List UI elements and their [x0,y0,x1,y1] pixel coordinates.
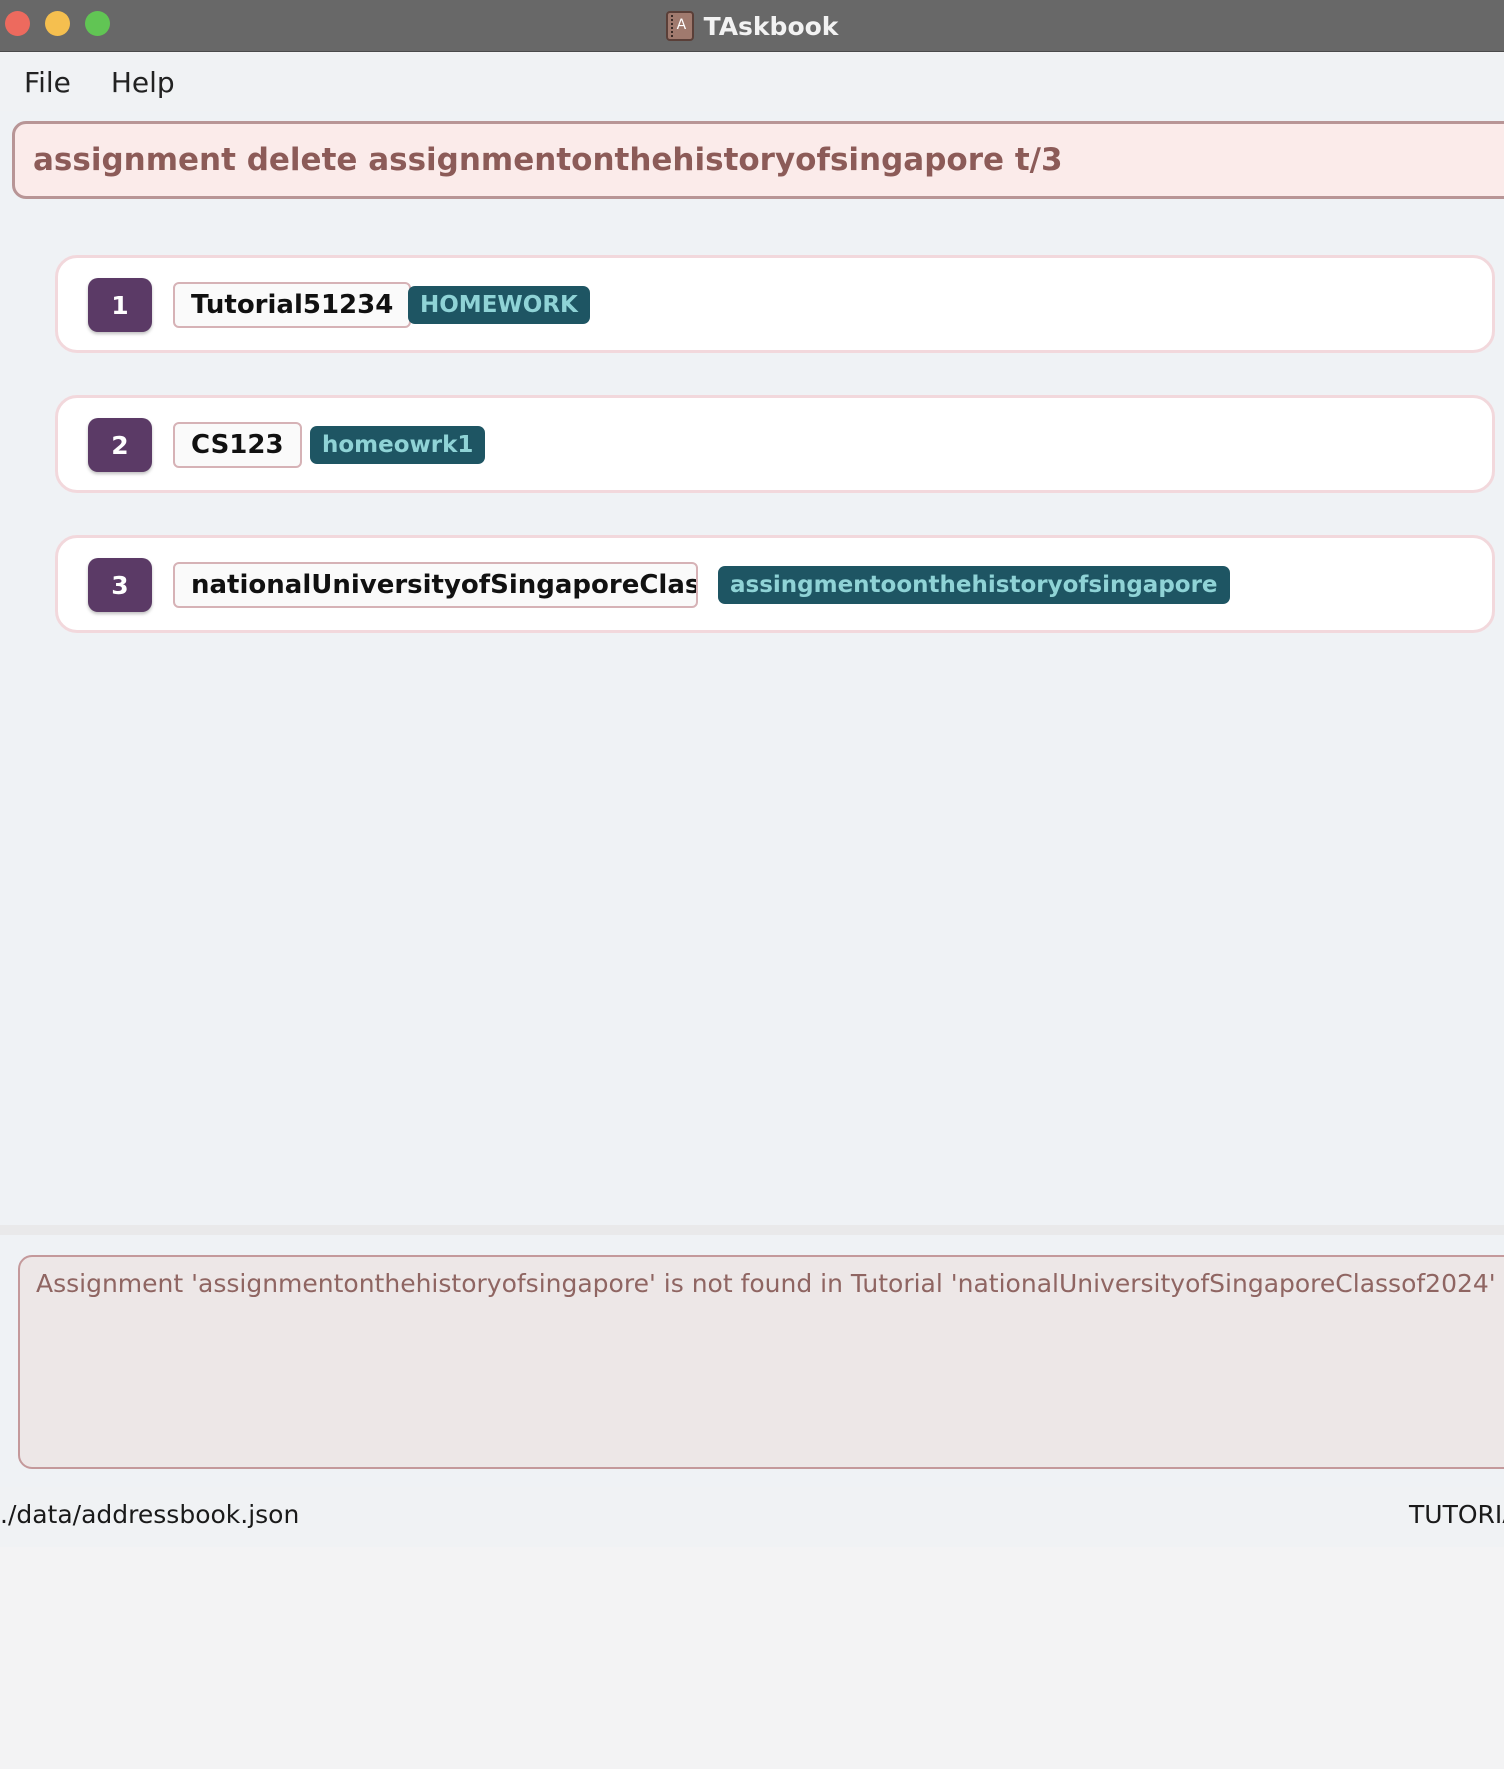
app-window: TAskbook File Help assignment delete ass… [0,0,1504,1769]
tutorial-tag: homeowrk1 [310,426,486,464]
tutorial-name: nationalUniversityofSingaporeClass... [173,562,698,608]
command-input[interactable]: assignment delete assignmentonthehistory… [12,121,1504,199]
tutorial-card-2[interactable]: 2 CS123 homeowrk1 [55,395,1495,493]
addressbook-icon [665,11,694,41]
status-file-path: ./data/addressbook.json [0,1500,300,1529]
tutorial-name: CS123 [173,422,302,468]
window-background [0,1547,1504,1769]
tutorial-tag: assingmentoonthehistoryofsingapore [718,566,1230,604]
result-display[interactable]: Assignment 'assignmentonthehistoryofsing… [18,1255,1504,1469]
title-bar: TAskbook [0,0,1504,52]
menu-file[interactable]: File [24,66,71,99]
tutorial-list[interactable]: 1 Tutorial51234 HOMEWORK 2 CS123 homeowr… [0,215,1504,1225]
status-mode: TUTORIA [1409,1500,1504,1529]
title-group: TAskbook [0,0,1504,52]
tutorial-name: Tutorial51234 [173,282,412,328]
window-title: TAskbook [703,11,839,41]
tutorial-card-1[interactable]: 1 Tutorial51234 HOMEWORK [55,255,1495,353]
result-area: Assignment 'assignmentonthehistoryofsing… [0,1235,1504,1487]
tutorial-card-3[interactable]: 3 nationalUniversityofSingaporeClass... … [55,535,1495,633]
tutorial-tag: HOMEWORK [408,286,590,324]
tutorial-index-badge: 2 [88,418,152,472]
split-pane-divider[interactable] [0,1225,1504,1235]
tutorial-index-badge: 1 [88,278,152,332]
menu-bar: File Help [0,53,1504,111]
command-area: assignment delete assignmentonthehistory… [0,111,1504,215]
status-bar: ./data/addressbook.json TUTORIA [0,1487,1504,1547]
tutorial-index-badge: 3 [88,558,152,612]
command-input-text: assignment delete assignmentonthehistory… [33,142,1063,178]
result-message: Assignment 'assignmentonthehistoryofsing… [36,1269,1496,1298]
menu-help[interactable]: Help [111,66,175,99]
